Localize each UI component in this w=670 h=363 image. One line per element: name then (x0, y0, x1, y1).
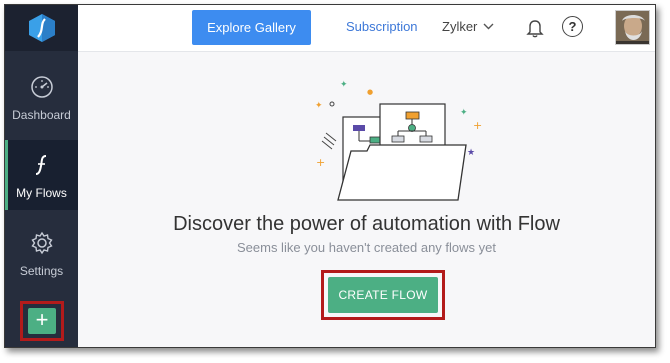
sidebar-item-label: My Flows (16, 186, 67, 200)
create-flow-highlight: CREATE FLOW (321, 270, 445, 320)
svg-text:✦: ✦ (340, 80, 348, 90)
help-icon[interactable]: ? (562, 16, 583, 37)
main-content: ✦ ● ✦ ✦ + + ★ Discover the power of auto… (78, 52, 655, 347)
svg-text:✦: ✦ (315, 101, 323, 111)
flow-script-icon (35, 155, 46, 175)
svg-text:+: + (316, 156, 325, 169)
empty-state-headline: Discover the power of automation with Fl… (173, 213, 560, 235)
add-flow-button[interactable]: + (28, 308, 56, 334)
org-switcher[interactable]: Zylker (442, 19, 494, 34)
sidebar-item-my-flows[interactable]: My Flows (5, 140, 78, 210)
app-logo[interactable] (5, 5, 78, 51)
empty-state-subline: Seems like you haven't created any flows… (236, 240, 496, 255)
top-header: Explore Gallery Subscription Zylker ? (78, 5, 655, 52)
app-window: Dashboard My Flows Settings + Explore Ga… (4, 4, 656, 348)
sidebar-item-label: Dashboard (12, 108, 71, 122)
sidebar-item-settings[interactable]: Settings (5, 218, 78, 288)
explore-gallery-button[interactable]: Explore Gallery (192, 10, 311, 45)
gear-icon (30, 231, 53, 255)
svg-text:★: ★ (467, 148, 475, 158)
empty-folder-illustration: ✦ ● ✦ ✦ + + ★ (315, 80, 482, 201)
add-flow-highlight: + (20, 301, 64, 341)
avatar[interactable] (615, 10, 650, 45)
svg-text:+: + (473, 119, 482, 132)
flow-logo-icon (28, 14, 55, 42)
chevron-down-icon (483, 23, 494, 30)
sidebar: Dashboard My Flows Settings + (5, 5, 78, 347)
svg-text:●: ● (367, 88, 373, 96)
dashboard-gauge-icon (30, 76, 53, 98)
sidebar-item-label: Settings (19, 264, 64, 278)
subscription-link[interactable]: Subscription (346, 19, 418, 34)
svg-text:✦: ✦ (460, 108, 468, 118)
org-name: Zylker (442, 19, 478, 34)
bell-icon[interactable] (526, 18, 544, 38)
user-photo-icon (616, 11, 649, 44)
create-flow-button[interactable]: CREATE FLOW (328, 277, 438, 313)
sidebar-item-dashboard[interactable]: Dashboard (5, 62, 78, 132)
